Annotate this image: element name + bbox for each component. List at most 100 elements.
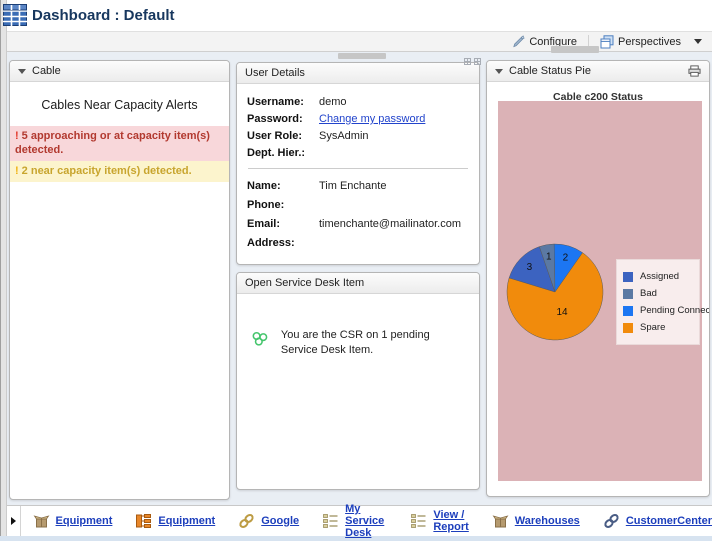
shortcut-bar-expand-button[interactable] xyxy=(7,506,21,536)
collapse-triangle-icon[interactable] xyxy=(495,69,503,74)
service-desk-header[interactable]: Open Service Desk Item xyxy=(237,273,479,294)
column-drag-handle[interactable] xyxy=(551,46,599,53)
field-row-name: Name: Tim Enchante xyxy=(247,180,469,192)
pie-slice-value: 3 xyxy=(527,262,533,273)
shortcut-links: Equipment Equipment Google xyxy=(21,503,712,539)
legend-label: Pending Connect xyxy=(640,305,710,316)
section-divider xyxy=(248,168,468,169)
perspectives-dropdown-caret[interactable] xyxy=(694,39,702,44)
legend-swatch xyxy=(623,289,633,299)
dashboard-toolbar: Configure Perspectives xyxy=(7,31,712,52)
exclamation-icon: ! xyxy=(15,130,19,142)
field-row-dept-hier: Dept. Hier.: xyxy=(247,147,469,159)
portlet-grips xyxy=(464,58,481,65)
list-icon xyxy=(322,513,339,529)
cable-panel-title: Cable xyxy=(32,65,61,77)
shortcut-google[interactable]: Google xyxy=(238,513,299,529)
field-label: Username: xyxy=(247,96,311,108)
alert-text: 2 near capacity item(s) detected. xyxy=(22,165,192,177)
shortcut-label: Warehouses xyxy=(515,515,580,527)
legend-item: Pending Connect xyxy=(623,302,693,319)
shortcut-label: CustomerCenter xyxy=(626,515,712,527)
field-value: SysAdmin xyxy=(319,130,369,142)
legend-item: Spare xyxy=(623,319,693,336)
portlet-grip-icon[interactable] xyxy=(474,58,481,65)
page-title: Dashboard : Default xyxy=(32,7,175,24)
user-details-title: User Details xyxy=(245,67,305,79)
field-label: Password: xyxy=(247,113,311,125)
list-icon xyxy=(410,513,427,529)
tree-icon xyxy=(135,513,152,529)
pie-slice-value: 1 xyxy=(546,252,552,263)
user-details-panel: User Details Username: demo Password: Ch… xyxy=(236,62,480,265)
field-row-password: Password: Change my password xyxy=(247,113,469,125)
portlet-grip-icon[interactable] xyxy=(464,58,471,65)
package-icon xyxy=(492,513,509,529)
field-row-email: Email: timenchante@mailinator.com xyxy=(247,218,469,230)
window-left-edge xyxy=(0,0,7,536)
field-row-username: Username: demo xyxy=(247,96,469,108)
legend-label: Spare xyxy=(640,322,665,333)
table-grid-icon xyxy=(3,4,27,26)
field-value: demo xyxy=(319,96,347,108)
printer-icon[interactable] xyxy=(688,65,701,77)
pie-slice-value: 14 xyxy=(556,307,568,318)
shortcut-label: Equipment xyxy=(158,515,215,527)
service-desk-panel: Open Service Desk Item You are the CSR o… xyxy=(236,272,480,490)
field-value: Tim Enchante xyxy=(319,180,386,192)
pie-slice-value: 2 xyxy=(563,253,569,264)
legend-label: Bad xyxy=(640,288,657,299)
configure-pencil-icon xyxy=(512,35,525,48)
change-password-link[interactable]: Change my password xyxy=(319,113,425,125)
legend-item: Bad xyxy=(623,285,693,302)
shortcut-label: My Service Desk xyxy=(345,503,387,539)
user-details-body: Username: demo Password: Change my passw… xyxy=(237,84,479,249)
service-desk-message: You are the CSR on 1 pending Service Des… xyxy=(281,328,463,358)
cable-panel-header[interactable]: Cable xyxy=(10,61,229,82)
chart-legend: Assigned Bad Pending Connect Spare xyxy=(616,259,700,345)
service-desk-body: You are the CSR on 1 pending Service Des… xyxy=(237,294,479,358)
shortcut-bar: Equipment Equipment Google xyxy=(7,505,712,536)
shortcut-equipment-1[interactable]: Equipment xyxy=(33,513,113,529)
arrow-right-icon xyxy=(11,517,16,525)
field-row-address: Address: xyxy=(247,237,469,249)
dashboard-window: Dashboard : Default Configure Perspectiv… xyxy=(0,0,712,541)
alerts-list: !5 approaching or at capacity item(s) de… xyxy=(10,126,229,182)
shortcut-my-service-desk[interactable]: My Service Desk xyxy=(322,503,387,539)
alerts-title: Cables Near Capacity Alerts xyxy=(10,98,229,112)
shortcut-warehouses[interactable]: Warehouses xyxy=(492,513,580,529)
legend-swatch xyxy=(623,272,633,282)
column-drag-handle[interactable] xyxy=(338,53,386,59)
legend-swatch xyxy=(623,323,633,333)
pie-panel-header[interactable]: Cable Status Pie xyxy=(487,61,709,82)
legend-label: Assigned xyxy=(640,271,679,282)
exclamation-icon: ! xyxy=(15,165,19,177)
field-label: Phone: xyxy=(247,199,311,211)
perspectives-button[interactable]: Perspectives xyxy=(597,34,684,50)
legend-item: Assigned xyxy=(623,268,693,285)
user-details-header[interactable]: User Details xyxy=(237,63,479,84)
capacity-alert-critical: !5 approaching or at capacity item(s) de… xyxy=(10,126,229,161)
legend-swatch xyxy=(623,306,633,316)
pie-panel-title: Cable Status Pie xyxy=(509,65,591,77)
alert-text: 5 approaching or at capacity item(s) det… xyxy=(15,130,210,156)
field-label: User Role: xyxy=(247,130,311,142)
shortcut-customercenter[interactable]: CustomerCenter xyxy=(603,513,712,529)
shortcut-equipment-2[interactable]: Equipment xyxy=(135,513,215,529)
perspectives-windows-icon xyxy=(600,35,614,49)
shortcut-view-report[interactable]: View / Report xyxy=(410,509,468,533)
link-icon xyxy=(238,513,255,529)
shortcut-label: View / Report xyxy=(433,509,468,533)
field-label: Address: xyxy=(247,237,311,249)
cable-status-pie-panel: Cable Status Pie Cable c200 Status 31214… xyxy=(486,60,710,497)
shortcut-label: Google xyxy=(261,515,299,527)
field-label: Name: xyxy=(247,180,311,192)
shortcut-label: Equipment xyxy=(56,515,113,527)
field-label: Email: xyxy=(247,218,311,230)
capacity-alert-warning: !2 near capacity item(s) detected. xyxy=(10,161,229,182)
perspectives-label: Perspectives xyxy=(618,36,681,48)
pie-plot-area: 3 12 14 Assigned Bad Pending Connect Spare xyxy=(498,101,702,481)
cable-panel: Cable Cables Near Capacity Alerts !5 app… xyxy=(9,60,230,500)
collapse-triangle-icon[interactable] xyxy=(18,69,26,74)
package-icon xyxy=(33,513,50,529)
